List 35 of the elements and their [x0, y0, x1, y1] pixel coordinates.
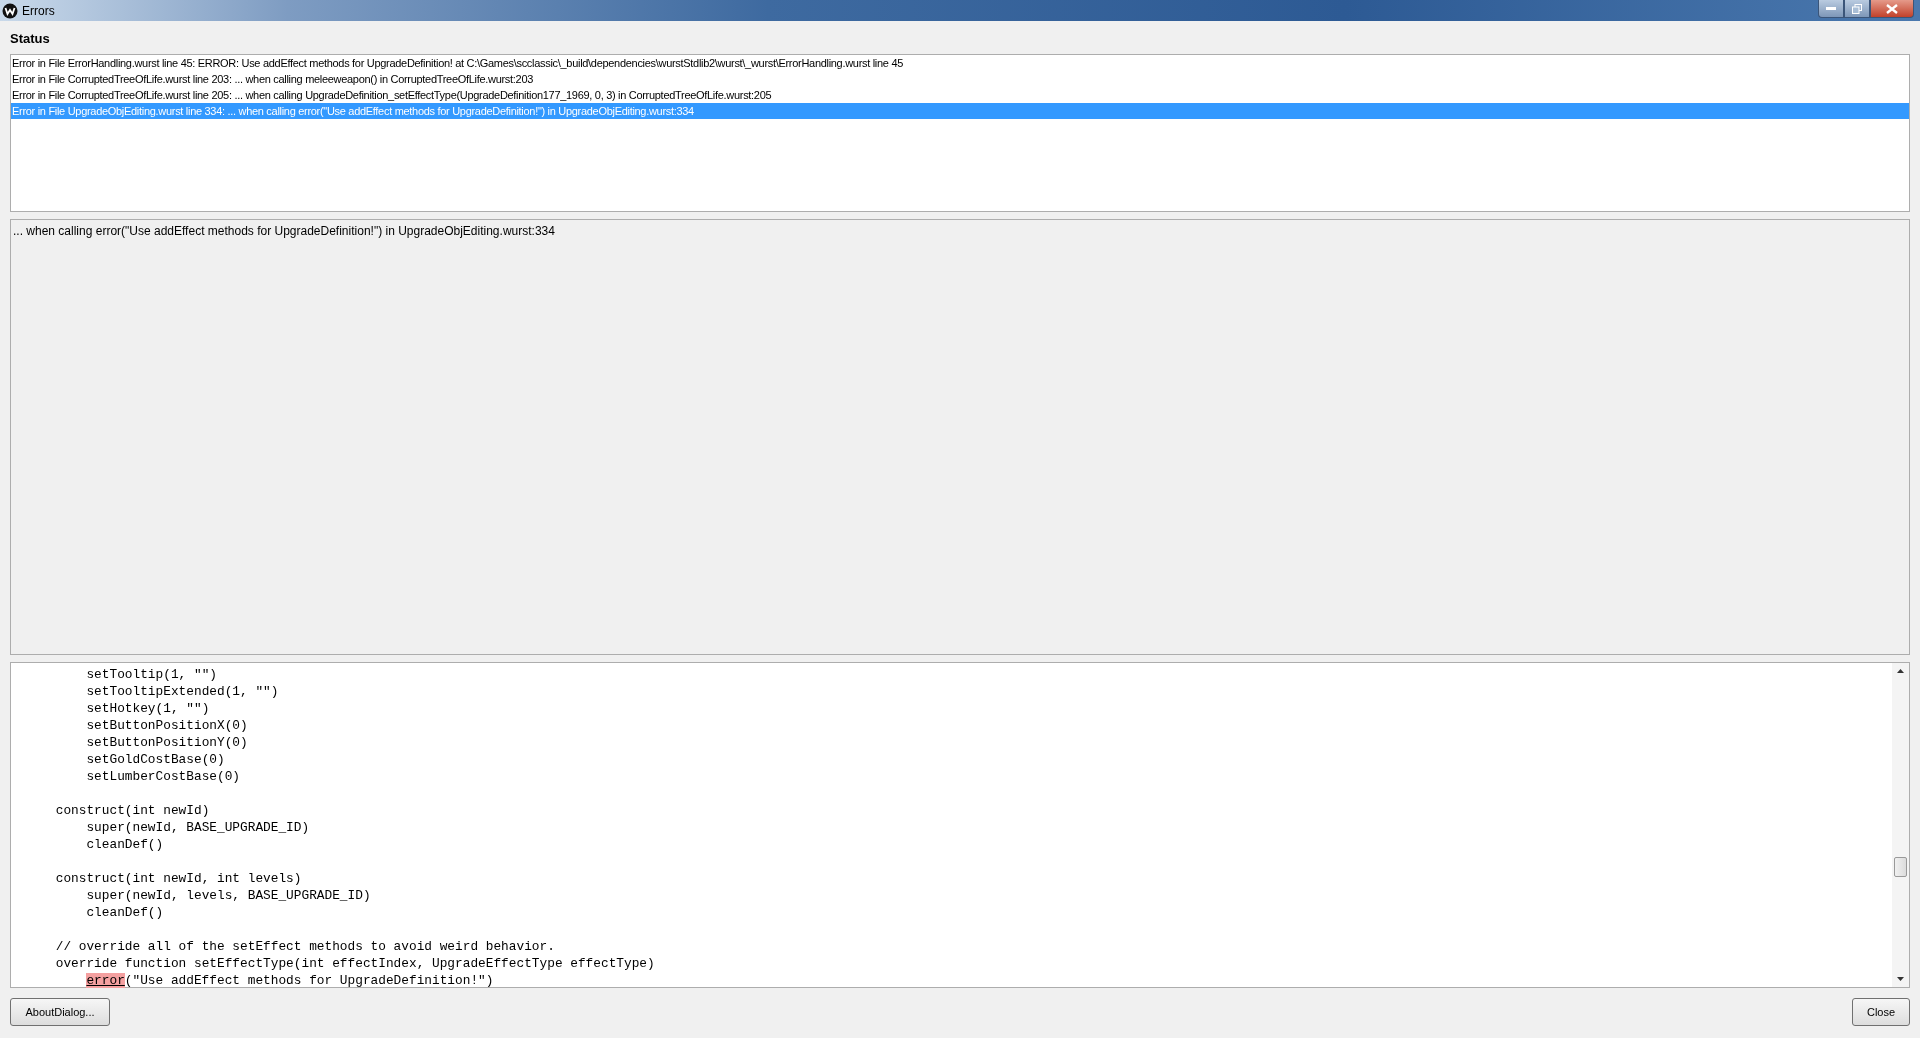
error-item[interactable]: Error in File CorruptedTreeOfLife.wurst line 205: ... when calling UpgradeDefinition_setEffectType(UpgradeDefinition177_1969, 0, 3) in CorruptedTreeOfLife.wurst:205	[11, 87, 1909, 103]
scroll-up-icon[interactable]	[1897, 669, 1904, 673]
scroll-down-icon[interactable]	[1897, 977, 1904, 981]
code-line: setLumberCostBase(0)	[85, 768, 241, 785]
code-line: construct(int newId, int levels)	[54, 870, 302, 887]
about-dialog-button[interactable]: AboutDialog...	[10, 998, 110, 1026]
code-line: super(newId, levels, BASE_UPGRADE_ID)	[85, 887, 371, 904]
scroll-thumb[interactable]	[1894, 857, 1907, 877]
code-line: setGoldCostBase(0)	[85, 751, 225, 768]
close-icon	[1886, 3, 1898, 14]
code-line: setTooltipExtended(1, "")	[85, 683, 279, 700]
code-line: construct(int newId)	[54, 802, 210, 819]
minimize-icon	[1826, 6, 1836, 11]
code-line: setButtonPositionY(0)	[85, 734, 248, 751]
error-item[interactable]: Error in File ErrorHandling.wurst line 45: ERROR: Use addEffect methods for UpgradeDefinition! at C:\Games\scclassic\_build\dependencies\wurstStdlib2\wurst\_wurst\ErrorHandling.wurst line 45	[11, 55, 1909, 71]
code-line: override function setEffectType(int effectIndex, UpgradeEffectType effectType)	[54, 955, 655, 972]
app-logo-icon	[2, 2, 18, 19]
minimize-button[interactable]	[1818, 0, 1844, 18]
close-dialog-button[interactable]: Close	[1852, 998, 1910, 1026]
status-label: Status	[10, 31, 51, 48]
code-line: error("Use addEffect methods for UpgradeDefinition!")	[85, 972, 494, 989]
close-button[interactable]	[1870, 0, 1914, 18]
scrollbar[interactable]	[1892, 663, 1909, 987]
error-item[interactable]: Error in File CorruptedTreeOfLife.wurst line 203: ... when calling meleeweapon() in CorruptedTreeOfLife.wurst:203	[11, 71, 1909, 87]
code-line: setHotkey(1, "")	[85, 700, 210, 717]
code-line: super(newId, BASE_UPGRADE_ID)	[85, 819, 310, 836]
code-line: // override all of the setEffect methods to avoid weird behavior.	[54, 938, 555, 955]
code-line: cleanDef()	[85, 836, 164, 853]
restore-button[interactable]	[1844, 0, 1870, 18]
code-line: cleanDef()	[85, 904, 164, 921]
detail-text: ... when calling error("Use addEffect methods for UpgradeDefinition!") in UpgradeObjEditing.wurst:334	[12, 223, 556, 240]
code-line: setTooltip(1, "")	[85, 666, 217, 683]
window-title: Errors	[22, 3, 55, 18]
code-line: setButtonPositionX(0)	[85, 717, 248, 734]
restore-icon	[1852, 3, 1862, 14]
